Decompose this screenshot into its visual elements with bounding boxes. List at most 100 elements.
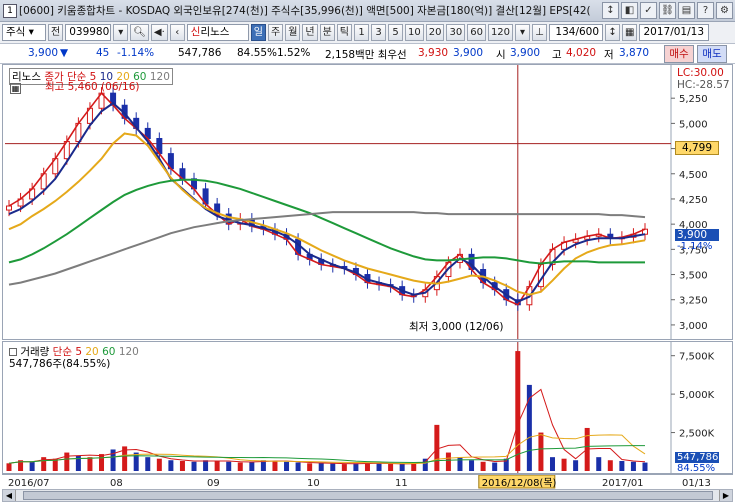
interval-60[interactable]: 60 — [467, 24, 486, 41]
toolbar: 주식 ▾ 전 039980 ▾ 🔍︎ ◀· ‹ 신리노스 일 주 월 년 분 틱… — [0, 22, 735, 44]
volume-legend-icon[interactable] — [9, 348, 17, 356]
volume-bar — [6, 463, 12, 471]
magnifier-icon[interactable]: 🔍︎ — [130, 24, 149, 41]
volume-ma-line-2 — [8, 445, 645, 464]
legend-grid-icon[interactable]: ▦ — [10, 83, 21, 94]
prev-stock-icon[interactable]: ‹ — [169, 24, 185, 41]
volume-bar — [99, 454, 105, 471]
date-tick-label: 08 — [110, 478, 123, 489]
code-input[interactable]: 039980 — [65, 24, 112, 41]
period-tick[interactable]: 틱 — [336, 24, 352, 41]
price-tick-label: 3,250 — [679, 296, 708, 307]
volume-bar — [272, 461, 278, 471]
date-tick-label: 09 — [207, 478, 220, 489]
settings-icon[interactable]: ⚙ — [716, 2, 733, 19]
code-dropdown-button[interactable]: ▾ — [113, 24, 129, 41]
legend-stock-name: 리노스 — [12, 71, 41, 83]
interval-30[interactable]: 30 — [446, 24, 466, 41]
date-axis: 2016/0708091011122017/0101/132016/12/08(… — [2, 474, 733, 489]
interval-10[interactable]: 10 — [405, 24, 424, 41]
resize-icon[interactable]: ↕ — [602, 2, 619, 19]
volume-bar — [457, 457, 463, 471]
volume-bar — [75, 455, 81, 471]
interval-20[interactable]: 20 — [425, 24, 445, 41]
interval-5[interactable]: 5 — [388, 24, 403, 41]
link-icon[interactable]: ⛓ — [659, 2, 676, 19]
date-tick-label: 2017/01 — [602, 478, 644, 489]
volume-bar — [561, 458, 567, 471]
volume-bar — [492, 462, 498, 471]
legend-ma120: 120 — [149, 71, 170, 83]
calendar-icon[interactable]: ▦ — [622, 24, 638, 41]
ref-price-badge: 4,799 — [675, 141, 719, 155]
volume-bar — [168, 460, 174, 471]
volume-chart[interactable]: 7,500K 5,000K 2,500K — [3, 342, 732, 473]
speaker-icon[interactable]: ◀· — [150, 24, 168, 41]
scroll-right-icon[interactable]: ▶ — [719, 490, 732, 501]
interval-dropdown-button[interactable]: ▾ — [515, 24, 531, 41]
volume-bar — [515, 351, 521, 471]
interval-1[interactable]: 1 — [354, 24, 369, 41]
sell-button[interactable]: 매도 — [697, 45, 727, 63]
open-label: 시 — [496, 49, 506, 61]
volume-bar — [203, 460, 209, 471]
volume-bar — [307, 463, 313, 471]
high-note: 최고 5,460 (06/16) — [45, 81, 140, 93]
period-day[interactable]: 일 — [250, 24, 266, 41]
best-ask: 3,930 — [418, 47, 449, 59]
volume-bar — [445, 452, 451, 471]
volume-bar — [607, 460, 613, 471]
volume-pane[interactable]: 7,500K 5,000K 2,500K 거래량 단순 5 20 60 120 54… — [2, 341, 733, 474]
scroll-thumb[interactable] — [23, 491, 713, 500]
scroll-left-icon[interactable]: ◀ — [3, 490, 16, 501]
stock-name-field[interactable]: 신리노스 — [186, 24, 249, 41]
turnover-pct: 84.55% — [237, 47, 278, 59]
volume-bar — [145, 457, 151, 471]
volume-bar — [434, 424, 440, 471]
ma-line-10 — [8, 101, 646, 303]
type-select[interactable]: 주식 ▾ — [2, 24, 46, 41]
volume-bar — [630, 461, 636, 471]
period-month[interactable]: 월 — [285, 24, 301, 41]
price-chart[interactable]: 5,2505,0004,7504,5004,2504,0003,7503,500… — [3, 65, 732, 339]
stock-name: 리노스 — [200, 26, 230, 38]
list-icon[interactable]: ▤ — [678, 2, 695, 19]
down-arrow-icon: ▼ — [60, 47, 69, 59]
price-pane[interactable]: 5,2505,0004,7504,5004,2504,0003,7503,500… — [2, 64, 733, 340]
period-minute[interactable]: 분 — [319, 24, 335, 41]
check-icon[interactable]: ✓ — [640, 2, 657, 19]
high-label: 고 — [552, 49, 562, 61]
pin-icon[interactable]: ⊥ — [532, 24, 548, 41]
volume-bar — [376, 463, 382, 471]
volume-bar — [549, 457, 555, 471]
volume-bar — [318, 463, 324, 471]
interval-3[interactable]: 3 — [371, 24, 386, 41]
volume-bar — [341, 464, 347, 471]
date-field[interactable]: 2017/01/13 — [639, 24, 710, 41]
type-select-value: 주식 — [6, 26, 26, 38]
period-week[interactable]: 주 — [267, 24, 284, 41]
chart-scrollbar[interactable]: ◀ ▶ — [2, 489, 733, 502]
count-spin-icon[interactable]: ↕ — [605, 24, 621, 41]
title-buttons: ↕ ◧ ✓ ⛓ ▤ ? ⚙ — [602, 2, 733, 19]
volume-bar — [214, 461, 220, 471]
volume-bar — [284, 461, 290, 471]
quote-bar: 3,900 ▼ 45 -1.14% 547,786 84.55% 1.52% 2… — [0, 44, 735, 64]
interval-120[interactable]: 120 — [487, 24, 514, 41]
high-price: 4,020 — [566, 47, 597, 59]
volume-tick-label: 5,000K — [679, 390, 715, 401]
volume-bar — [619, 461, 625, 471]
low-price: 3,870 — [619, 47, 650, 59]
volume-bar — [179, 461, 185, 471]
scope-button[interactable]: 전 — [48, 24, 64, 41]
volume-bar — [642, 462, 648, 471]
volume-tick-label: 7,500K — [679, 352, 715, 363]
period-year[interactable]: 년 — [302, 24, 318, 41]
volume-bar — [538, 432, 544, 471]
help-icon[interactable]: ? — [697, 2, 714, 19]
low-note: 최저 3,000 (12/06) — [409, 321, 504, 333]
count-field[interactable]: 134/600 — [549, 24, 604, 41]
last-volume-pct: 84.55% — [677, 463, 716, 474]
buy-button[interactable]: 매수 — [664, 45, 694, 63]
layout-icon[interactable]: ◧ — [621, 2, 638, 19]
